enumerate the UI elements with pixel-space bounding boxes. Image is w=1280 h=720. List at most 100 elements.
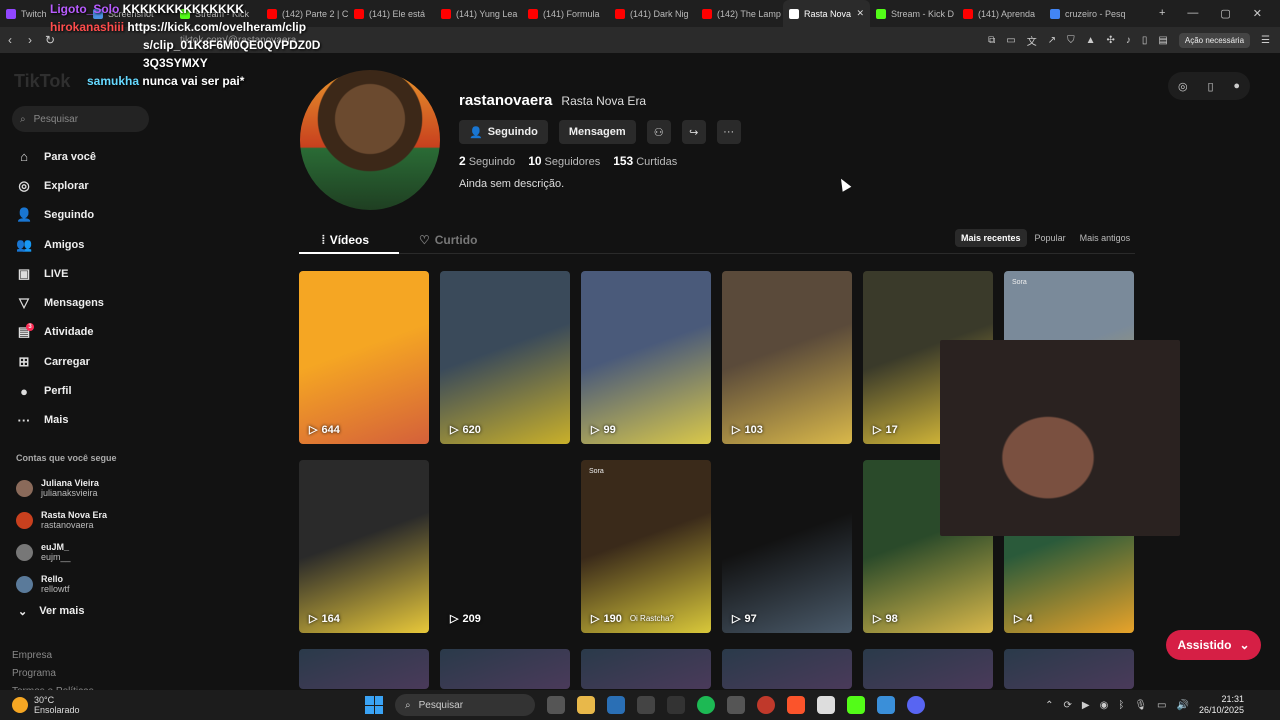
action-needed-button[interactable]: Ação necessária [1178,32,1251,48]
network-icon[interactable]: ▭ [1157,700,1166,711]
app-icon[interactable] [877,696,895,714]
translate-icon[interactable]: 文 [1027,33,1037,48]
mic-icon[interactable]: 🎙 [1134,700,1147,711]
bluetooth-icon[interactable]: ᛒ [1118,700,1124,711]
opera-icon[interactable] [757,696,775,714]
puzzle-icon[interactable]: ✣ [1107,35,1115,46]
app-icon[interactable] [727,696,745,714]
app-tray-icon[interactable]: ◉ [1100,700,1109,711]
browser-tab[interactable]: (142) The Lamp [696,0,783,27]
followed-account[interactable]: Juliana Vieira julianaksvieira [16,472,107,504]
volume-icon[interactable]: 🔊 [1177,700,1189,711]
video-card[interactable]: ▷ 99 [581,271,711,444]
sidebar-icon[interactable]: ▯ [1142,35,1148,46]
sort-oldest[interactable]: Mais antigos [1074,229,1137,247]
video-card[interactable] [1004,649,1134,689]
back-icon[interactable]: ‹ [0,33,20,47]
sidebar-item-compass[interactable]: ◎ Explorar [0,171,165,200]
following-stat[interactable]: 2 Seguindo [459,154,515,168]
video-card[interactable]: ▷ 644 [299,271,429,444]
sidebar-item-messages[interactable]: ▽ Mensagens [0,288,165,317]
share-profile-button[interactable]: ↪ [681,120,706,144]
more-options-button[interactable]: ··· [716,120,741,144]
task-view-icon[interactable] [547,696,565,714]
app-icon[interactable] [667,696,685,714]
browser-tab[interactable]: (141) Yung Lea [435,0,522,27]
followed-account[interactable]: Rasta Nova Era rastanovaera [16,504,107,536]
wallet-icon[interactable]: ▤ [1158,35,1167,46]
video-card[interactable]: ▷ 209 [440,460,570,633]
close-window-icon[interactable]: ✕ [1253,7,1262,20]
coin-icon[interactable]: ◎ [1178,80,1188,93]
video-card[interactable]: ▷ 103 [722,271,852,444]
file-explorer-icon[interactable] [577,696,595,714]
share-icon[interactable]: ↗ [1048,35,1056,46]
start-button[interactable] [365,696,383,714]
browser-tab[interactable]: Rasta Nova ✕ [783,0,870,27]
sidebar-item-live[interactable]: ▣ LIVE [0,259,165,288]
kick-icon[interactable] [847,696,865,714]
user-avatar[interactable]: ● [1233,80,1240,92]
menu-icon[interactable]: ☰ [1261,35,1270,46]
video-card[interactable]: ▷ 164 [299,460,429,633]
footer-link[interactable]: Empresa [12,647,94,665]
sidebar-item-home[interactable]: ⌂ Para você [0,142,165,171]
close-tab-icon[interactable]: ✕ [856,8,864,19]
browser-tab[interactable]: (141) Dark Nig [609,0,696,27]
following-button[interactable]: 👤 Seguindo [459,120,548,144]
search-input[interactable]: ⌕ Pesquisar [12,106,149,132]
cast-icon[interactable]: ▭ [1006,35,1015,46]
video-card[interactable] [440,649,570,689]
video-card[interactable] [581,649,711,689]
footer-link[interactable]: Programa [12,665,94,683]
add-friend-button[interactable]: ⚇ [646,120,671,144]
followed-account[interactable]: Rello rellowtf [16,568,107,600]
tab-liked[interactable]: ♡ Curtido [419,233,477,247]
video-card[interactable]: ▷ 97 [722,460,852,633]
weather-widget[interactable]: 30°C Ensolarado [0,695,80,715]
browser-tab[interactable]: Stream - Kick D [870,0,957,27]
maximize-icon[interactable]: ▢ [1220,7,1230,20]
sidebar-item-friends[interactable]: 👥 Amigos [0,230,165,259]
play-icon[interactable]: ▶ [1082,700,1090,711]
video-card[interactable] [722,649,852,689]
browser-tab[interactable]: cruzeiro - Pesq [1044,0,1131,27]
spotify-icon[interactable] [697,696,715,714]
device-icon[interactable]: ▯ [1207,80,1213,93]
discord-icon[interactable] [907,696,925,714]
app-icon[interactable] [637,696,655,714]
sidebar-item-activity[interactable]: ▤ 3 Atividade [0,318,165,347]
sort-popular[interactable]: Popular [1029,229,1072,247]
tab-videos[interactable]: ⦙ Vídeos [322,233,369,248]
followed-account[interactable]: euJM_ eujm__ [16,536,107,568]
extension-icon[interactable]: ⧉ [988,35,995,46]
browser-tab[interactable]: (141) Ele está [348,0,435,27]
message-button[interactable]: Mensagem [558,120,636,144]
sidebar-item-more[interactable]: ··· Mais [0,406,165,435]
watched-button[interactable]: Assistido ⌄ [1166,630,1261,660]
shield-icon[interactable]: ⛉ [1067,35,1075,46]
video-card[interactable]: ▷ 620 [440,271,570,444]
alert-icon[interactable]: ▲ [1086,35,1096,46]
taskbar-search[interactable]: ⌕ Pesquisar [395,694,535,716]
video-card[interactable]: Sora ▷ 190 Oi Rastcha? [581,460,711,633]
steam-icon[interactable] [607,696,625,714]
sidebar-item-profile[interactable]: ● Perfil [0,376,165,405]
document-icon[interactable] [817,696,835,714]
forward-icon[interactable]: › [20,33,40,47]
see-more-button[interactable]: ⌄ Ver mais [18,605,84,618]
followers-stat[interactable]: 10 Seguidores [528,154,600,168]
sync-icon[interactable]: ⟳ [1064,700,1072,711]
new-tab-icon[interactable]: + [1159,7,1165,20]
browser-tab[interactable]: (141) Aprenda [957,0,1044,27]
video-card[interactable] [863,649,993,689]
music-icon[interactable]: ♪ [1126,35,1131,46]
video-card[interactable] [299,649,429,689]
brave-icon[interactable] [787,696,805,714]
clock[interactable]: 21:31 26/10/2025 [1199,694,1244,716]
browser-tab[interactable]: (141) Formula [522,0,609,27]
sidebar-item-upload[interactable]: ⊞ Carregar [0,347,165,376]
chevron-up-icon[interactable]: ⌃ [1045,700,1053,711]
minimize-icon[interactable]: — [1187,7,1198,20]
sort-recent[interactable]: Mais recentes [955,229,1027,247]
